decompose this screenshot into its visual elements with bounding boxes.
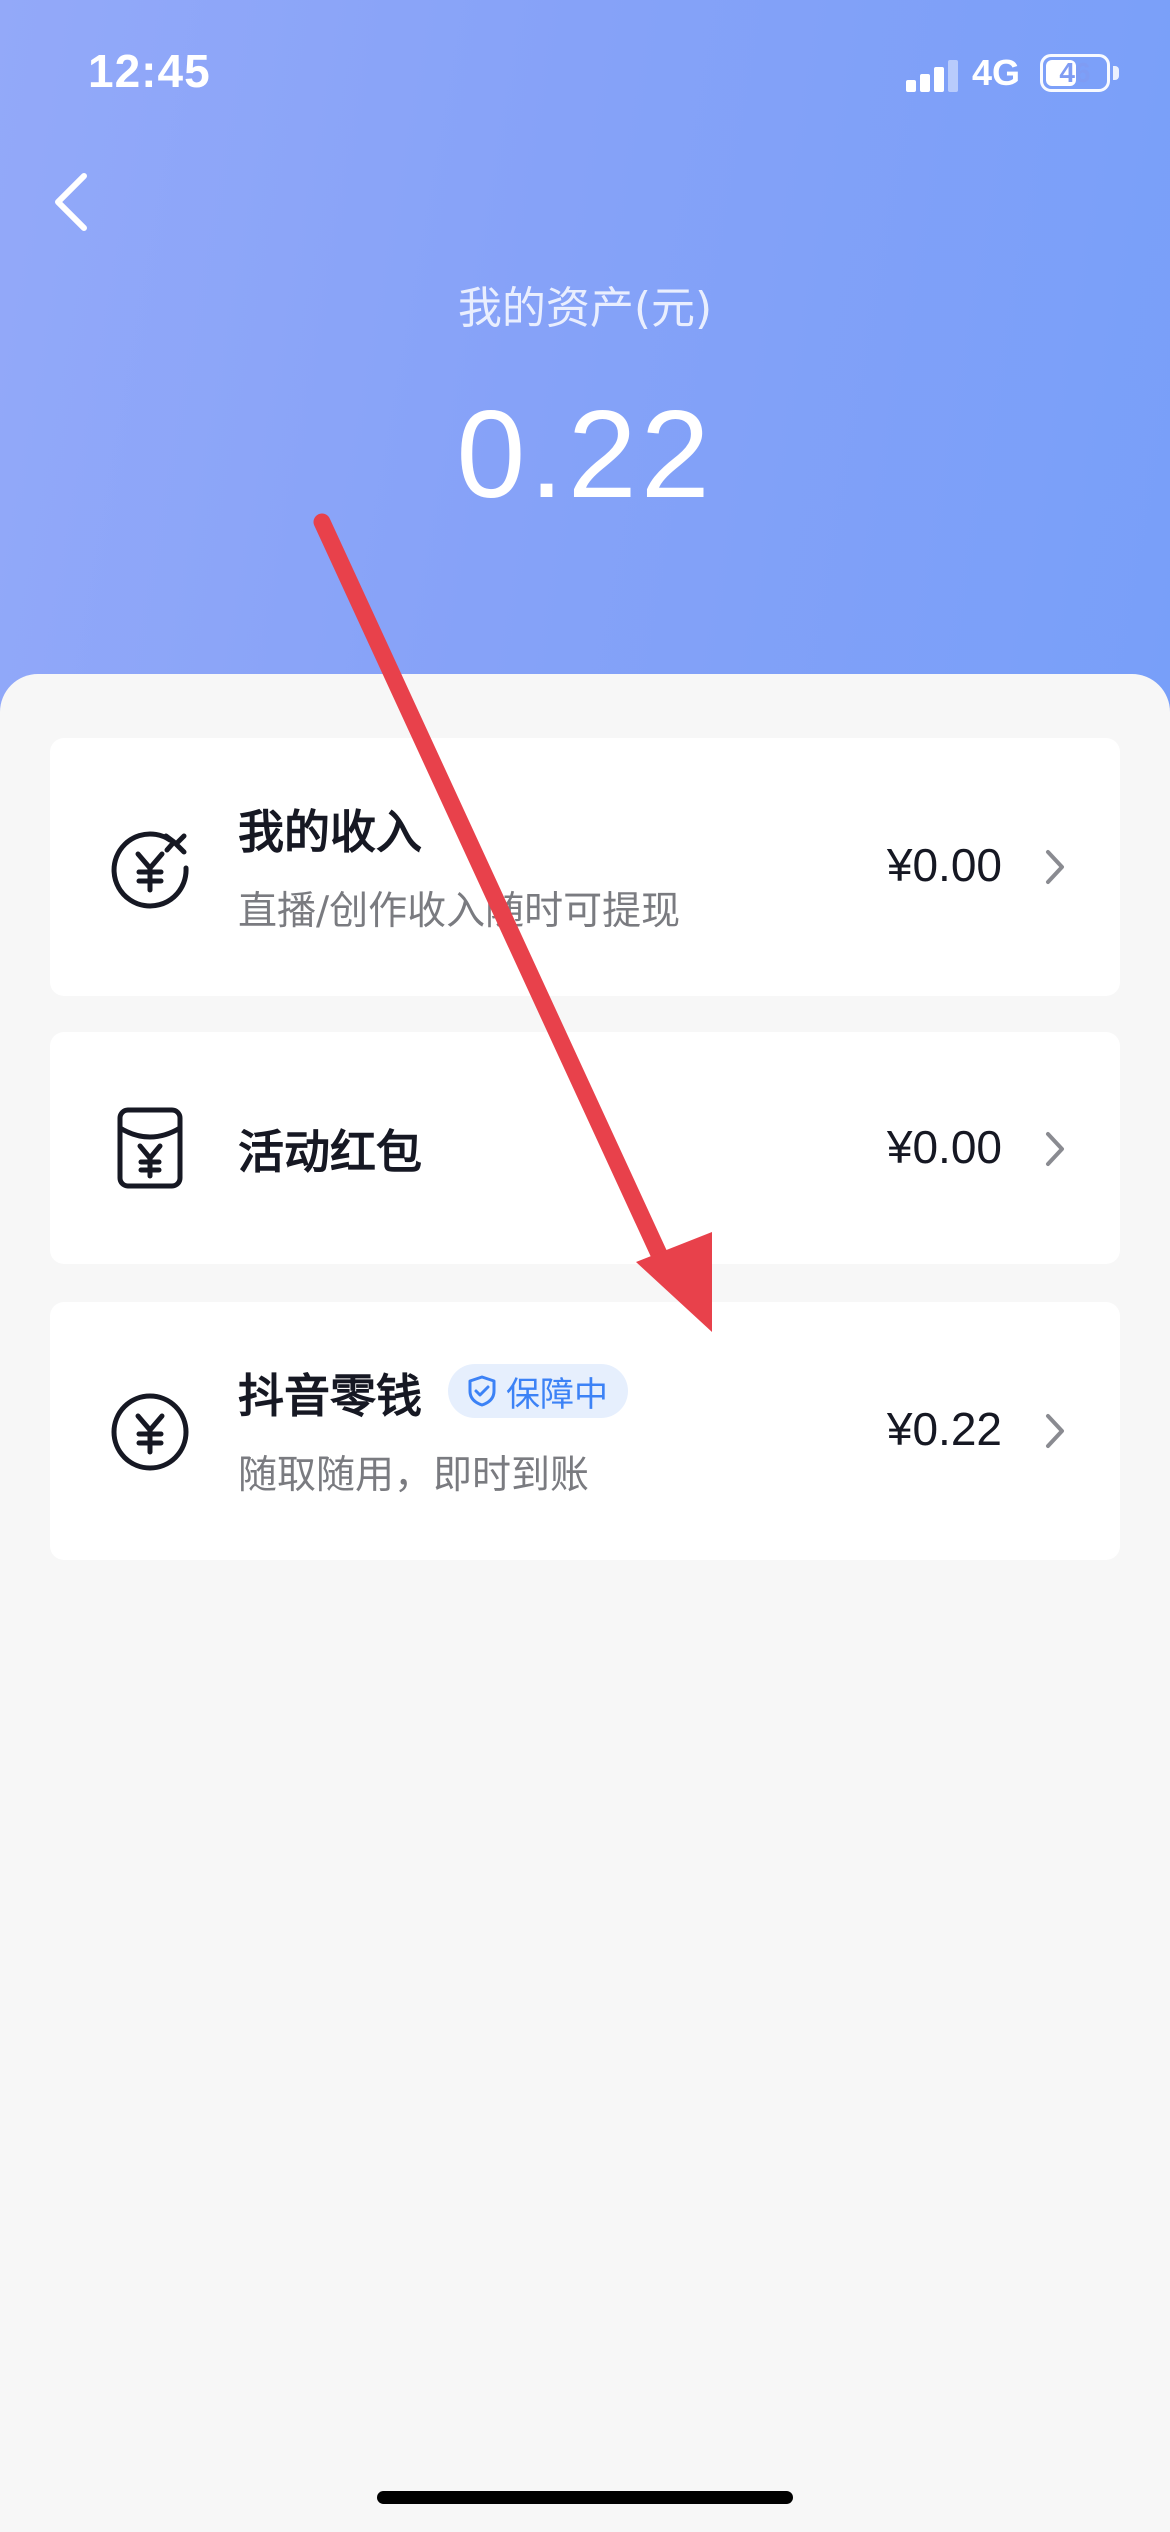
wallet-change-title: 抖音零钱 [238,1369,422,1423]
wallet-change-amount: ¥0.22 [886,1403,1002,1455]
signal-icon [906,58,958,92]
assets-total-amount: 0.22 [456,386,714,524]
income-title: 我的收入 [238,805,422,859]
protection-badge: 保障中 [448,1364,628,1418]
network-type: 4G [972,52,1021,93]
assets-title: 我的资产(元) [457,283,713,334]
red-packet-card[interactable]: 活动红包 ¥0.00 [50,1032,1120,1264]
battery-level: 46 [1059,57,1091,88]
battery-tip [1113,66,1119,80]
status-time: 12:45 [88,45,211,97]
income-amount: ¥0.00 [886,839,1002,891]
income-subtitle: 直播/创作收入随时可提现 [238,889,681,934]
chevron-right-icon [1046,1414,1064,1448]
protection-badge-label: 保障中 [506,1374,608,1415]
red-packet-amount: ¥0.00 [886,1121,1002,1173]
chevron-left-icon [55,173,87,231]
income-yuan-icon [111,831,189,909]
income-card[interactable]: 我的收入 直播/创作收入随时可提现 ¥0.00 [50,738,1120,996]
wallet-change-card[interactable]: 抖音零钱 保障中 随取随用，即时到账 ¥0.22 [50,1302,1120,1560]
red-packet-icon [117,1107,183,1189]
wallet-change-subtitle: 随取随用，即时到账 [238,1453,590,1498]
yuan-coin-icon [111,1393,189,1471]
red-packet-title: 活动红包 [238,1125,422,1179]
battery-icon: 46 [1040,54,1110,92]
chevron-right-icon [1046,1132,1064,1166]
chevron-right-icon [1046,850,1064,884]
shield-check-icon [468,1375,496,1407]
home-indicator [377,2491,793,2504]
assets-list-panel: 我的收入 直播/创作收入随时可提现 ¥0.00 活动红包 ¥0.00 抖音零钱 … [0,674,1170,2532]
status-bar: 12:45 4G 46 [0,0,1170,150]
back-button[interactable] [44,160,108,244]
